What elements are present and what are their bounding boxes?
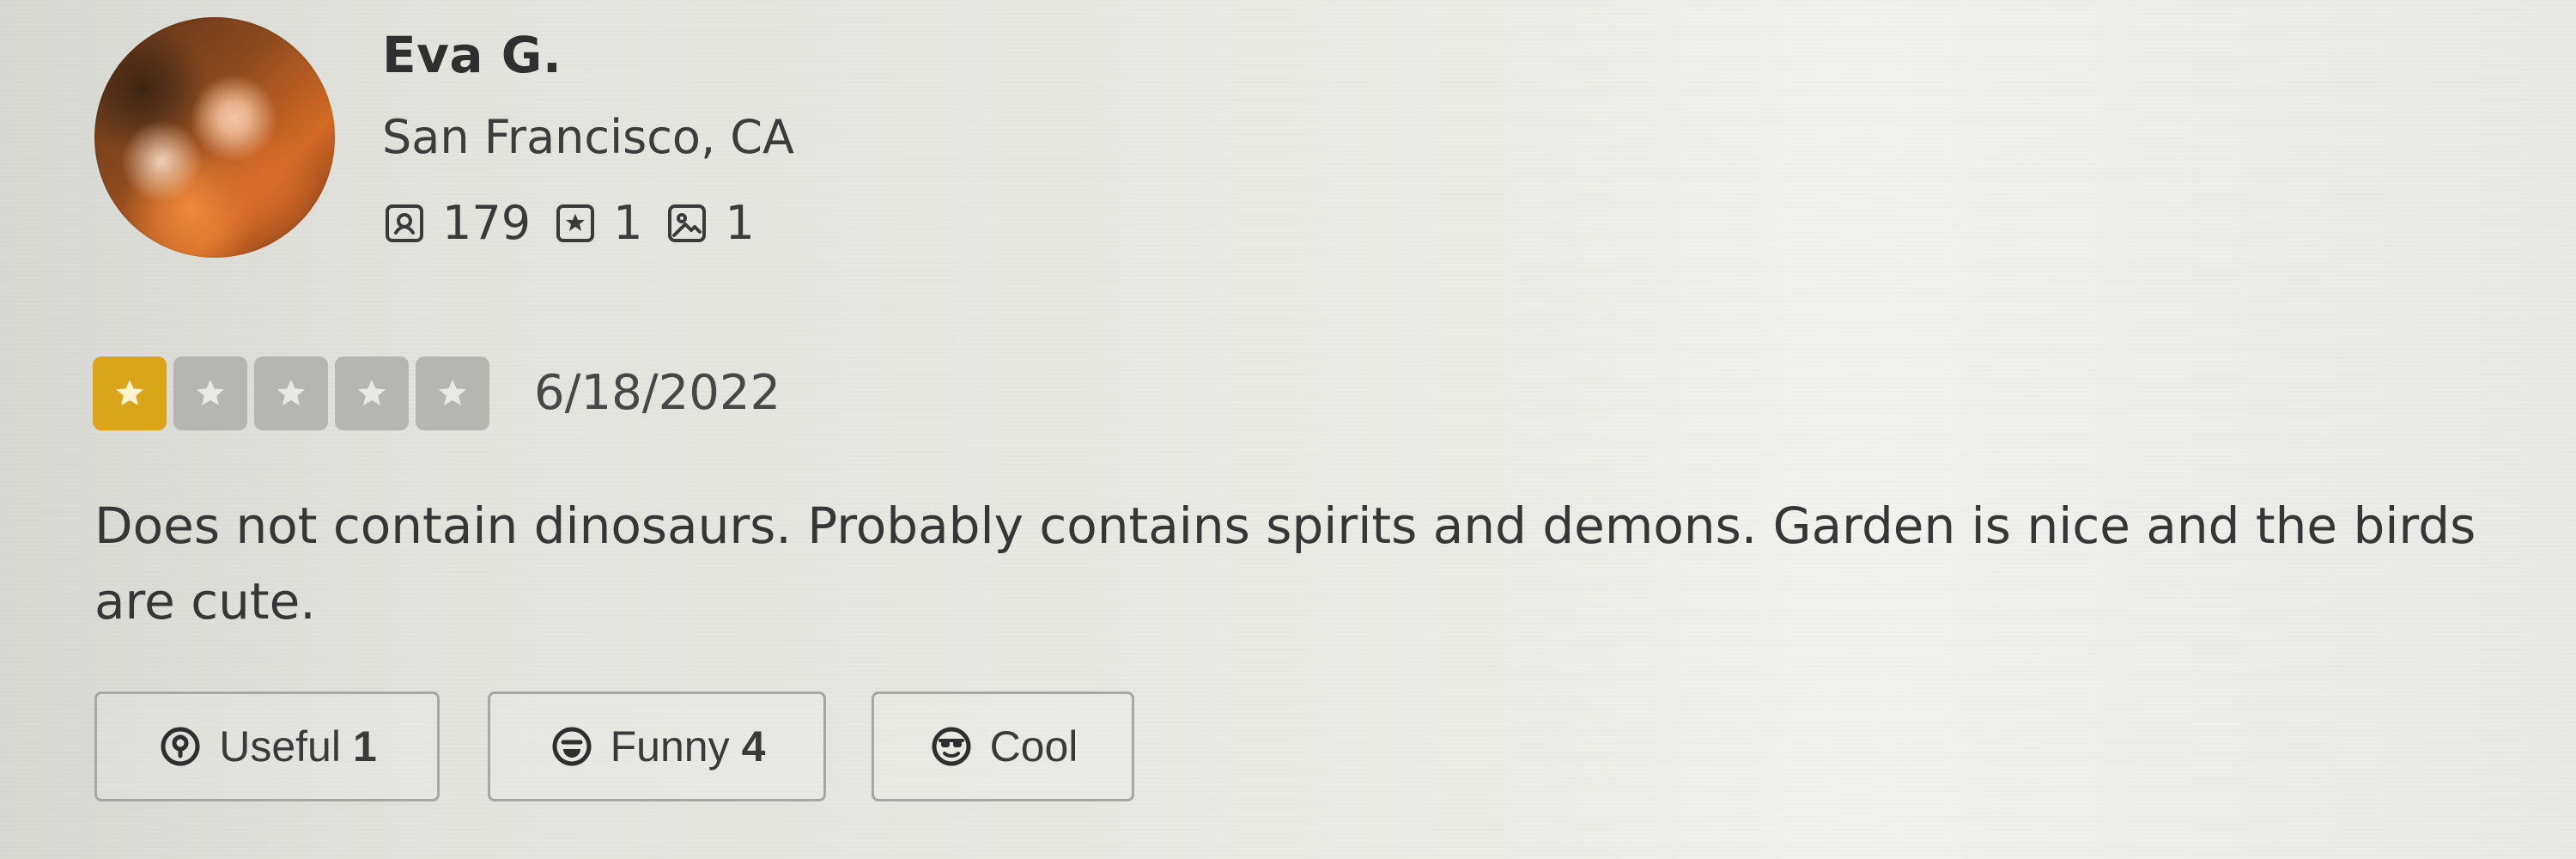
stat-reviews: 1 [553,196,642,250]
stat-friends: 179 [382,196,531,250]
photo-icon [665,201,709,246]
useful-label: Useful [219,722,341,771]
reviewer-name[interactable]: Eva G. [382,26,562,84]
star-2 [173,356,247,430]
star-4 [335,356,409,430]
review-date: 6/18/2022 [534,365,781,421]
reviewer-location: San Francisco, CA [382,110,794,164]
cool-label: Cool [989,722,1078,771]
reviewer-stats: 179 1 1 [382,196,777,250]
lightbulb-icon [157,723,204,770]
laugh-icon [549,723,595,770]
funny-label: Funny [610,722,730,771]
star-1 [93,356,167,430]
avatar[interactable] [94,17,335,258]
star-icon [197,380,224,405]
funny-button[interactable]: Funny 4 [488,691,826,801]
sunglasses-icon [928,723,975,770]
star-3 [254,356,328,430]
cool-button[interactable]: Cool [872,691,1134,801]
funny-count: 4 [741,722,766,771]
friends-count: 179 [442,196,532,250]
friends-icon [382,201,427,246]
reviews-count: 1 [613,196,643,250]
star-icon [116,380,143,405]
stat-photos: 1 [665,196,755,250]
useful-button[interactable]: Useful 1 [94,691,440,801]
star-icon [439,380,466,405]
photos-count: 1 [725,196,755,250]
star-icon [358,380,386,405]
star-icon [277,380,305,405]
star-badge-icon [553,201,598,246]
star-5 [416,356,489,430]
review-card: Eva G. San Francisco, CA 179 1 1 6/18/20… [0,0,2576,859]
star-rating [93,356,489,430]
useful-count: 1 [352,722,377,771]
review-text: Does not contain dinosaurs. Probably con… [94,497,2476,631]
